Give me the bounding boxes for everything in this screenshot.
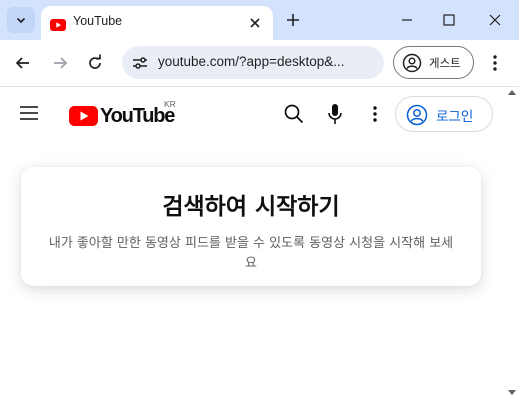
account-circle-icon — [402, 53, 422, 77]
profile-button[interactable]: 게스트 — [393, 46, 474, 79]
account-circle-icon — [406, 104, 428, 130]
address-bar[interactable]: youtube.com/?app=desktop&... — [122, 46, 384, 79]
scroll-down-arrow-icon[interactable] — [508, 390, 516, 395]
scroll-up-arrow-icon[interactable] — [508, 90, 516, 95]
prompt-body: 내가 좋아할 만한 동영상 피드를 받을 수 있도록 동영상 시청을 시작해 보… — [48, 236, 454, 271]
reload-icon[interactable] — [84, 52, 106, 74]
site-info-tune-icon[interactable] — [130, 53, 150, 73]
start-searching-card: 검색하여 시작하기 내가 좋아할 만한 동영상 피드를 받을 수 있도록 동영상… — [21, 167, 481, 286]
microphone-icon[interactable] — [326, 103, 344, 125]
back-arrow-icon[interactable] — [12, 52, 34, 74]
country-code: KR — [164, 99, 176, 109]
profile-label: 게스트 — [429, 56, 461, 70]
youtube-favicon-icon — [50, 16, 66, 35]
url-text: youtube.com/?app=desktop&... — [158, 54, 345, 69]
search-icon[interactable] — [283, 103, 305, 125]
more-vertical-dots-icon[interactable] — [369, 104, 381, 124]
browser-tab[interactable]: YouTube — [41, 6, 273, 40]
minimize-icon[interactable] — [397, 10, 417, 30]
new-tab-plus-icon[interactable] — [284, 11, 302, 29]
browser-menu-vertical-dots-icon[interactable] — [487, 52, 503, 74]
tab-close-icon[interactable] — [247, 15, 263, 31]
browser-toolbar: youtube.com/?app=desktop&... 게스트 — [0, 40, 519, 87]
maximize-icon[interactable] — [439, 10, 459, 30]
tab-strip: YouTube — [0, 0, 519, 40]
tab-search-button[interactable] — [7, 7, 35, 33]
page-scrollbar[interactable] — [505, 88, 519, 402]
sign-in-button[interactable]: 로그인 — [395, 96, 493, 132]
youtube-header: YouTube KR 로그인 — [0, 88, 519, 142]
forward-arrow-icon[interactable] — [49, 52, 71, 74]
tab-title: YouTube — [73, 14, 123, 28]
hamburger-icon[interactable] — [19, 105, 39, 121]
sign-in-label: 로그인 — [436, 109, 474, 125]
chevron-down-icon — [15, 11, 27, 30]
window-close-icon[interactable] — [485, 10, 505, 30]
prompt-title: 검색하여 시작하기 — [162, 194, 340, 220]
youtube-logo[interactable]: YouTube — [69, 104, 175, 128]
